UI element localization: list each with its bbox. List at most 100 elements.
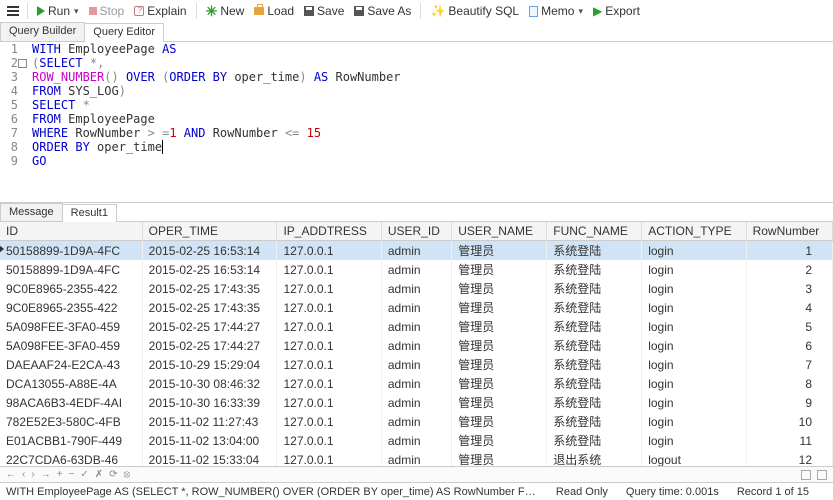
cell[interactable]: 3 xyxy=(746,279,832,298)
cell[interactable]: admin xyxy=(381,260,451,279)
cell[interactable]: 2015-02-25 17:43:35 xyxy=(142,298,277,317)
cell[interactable]: 系统登陆 xyxy=(547,279,642,298)
cell[interactable]: 2 xyxy=(746,260,832,279)
cell[interactable]: 127.0.0.1 xyxy=(277,393,381,412)
cell[interactable]: admin xyxy=(381,336,451,355)
cell[interactable]: 管理员 xyxy=(452,393,547,412)
nav-first-icon[interactable]: ← xyxy=(6,469,16,480)
column-header[interactable]: ID xyxy=(0,222,142,241)
cell[interactable]: 管理员 xyxy=(452,317,547,336)
cell[interactable]: 5A098FEE-3FA0-459 xyxy=(0,336,142,355)
cell[interactable]: login xyxy=(642,260,746,279)
cell[interactable]: DAEAAF24-E2CA-43 xyxy=(0,355,142,374)
cell[interactable]: 系统登陆 xyxy=(547,241,642,261)
cell[interactable]: DCA13055-A88E-4A xyxy=(0,374,142,393)
cell[interactable]: 退出系统 xyxy=(547,450,642,466)
code-area[interactable]: WITH EmployeePage AS(SELECT *,ROW_NUMBER… xyxy=(22,42,833,202)
table-row[interactable]: 5A098FEE-3FA0-4592015-02-25 17:44:27127.… xyxy=(0,336,833,355)
cell[interactable]: 9C0E8965-2355-422 xyxy=(0,279,142,298)
cell[interactable]: login xyxy=(642,431,746,450)
tab-query-editor[interactable]: Query Editor xyxy=(84,23,164,42)
cell[interactable]: E01ACBB1-790F-449 xyxy=(0,431,142,450)
cell[interactable]: 管理员 xyxy=(452,279,547,298)
cell[interactable]: 127.0.0.1 xyxy=(277,260,381,279)
table-row[interactable]: 50158899-1D9A-4FC2015-02-25 16:53:14127.… xyxy=(0,241,833,261)
cell[interactable]: 127.0.0.1 xyxy=(277,374,381,393)
cell[interactable]: 50158899-1D9A-4FC xyxy=(0,241,142,261)
cell[interactable]: admin xyxy=(381,450,451,466)
export-button[interactable]: ▶Export xyxy=(589,2,644,20)
cell[interactable]: 系统登陆 xyxy=(547,355,642,374)
cell[interactable]: 管理员 xyxy=(452,374,547,393)
cell[interactable]: 9C0E8965-2355-422 xyxy=(0,298,142,317)
chevron-down-icon[interactable]: ▾ xyxy=(74,6,79,17)
table-row[interactable]: 9C0E8965-2355-4222015-02-25 17:43:35127.… xyxy=(0,279,833,298)
cell[interactable]: 8 xyxy=(746,374,832,393)
cell[interactable]: admin xyxy=(381,317,451,336)
column-header[interactable]: FUNC_NAME xyxy=(547,222,642,241)
cell[interactable]: 管理员 xyxy=(452,260,547,279)
cell[interactable]: 22C7CDA6-63DB-46 xyxy=(0,450,142,466)
nav-next-icon[interactable]: › xyxy=(31,469,34,480)
chevron-down-icon[interactable]: ▾ xyxy=(578,6,583,17)
cell[interactable]: admin xyxy=(381,412,451,431)
cell[interactable]: 50158899-1D9A-4FC xyxy=(0,260,142,279)
run-button[interactable]: Run▾ xyxy=(33,2,83,20)
cell[interactable]: 2015-02-25 17:44:27 xyxy=(142,336,277,355)
cell[interactable]: admin xyxy=(381,393,451,412)
table-row[interactable]: DAEAAF24-E2CA-432015-10-29 15:29:04127.0… xyxy=(0,355,833,374)
cell[interactable]: 系统登陆 xyxy=(547,374,642,393)
cell[interactable]: 1 xyxy=(746,241,832,261)
grid-view-icon[interactable] xyxy=(801,470,811,480)
column-header[interactable]: IP_ADDTRESS xyxy=(277,222,381,241)
table-row[interactable]: E01ACBB1-790F-4492015-11-02 13:04:00127.… xyxy=(0,431,833,450)
cell[interactable]: 系统登陆 xyxy=(547,298,642,317)
cell[interactable]: 127.0.0.1 xyxy=(277,355,381,374)
cell[interactable]: login xyxy=(642,241,746,261)
cell[interactable]: admin xyxy=(381,374,451,393)
cell[interactable]: login xyxy=(642,336,746,355)
table-row[interactable]: 782E52E3-580C-4FB2015-11-02 11:27:43127.… xyxy=(0,412,833,431)
nav-prev-icon[interactable]: ‹ xyxy=(22,469,25,480)
cell[interactable]: admin xyxy=(381,279,451,298)
tab-query-builder[interactable]: Query Builder xyxy=(0,22,85,41)
column-header[interactable]: USER_ID xyxy=(381,222,451,241)
hamburger-menu-icon[interactable] xyxy=(4,2,22,20)
cell[interactable]: 系统登陆 xyxy=(547,393,642,412)
nav-add-icon[interactable]: + xyxy=(57,469,63,480)
memo-button[interactable]: Memo▾ xyxy=(525,2,587,20)
cell[interactable]: login xyxy=(642,374,746,393)
explain-button[interactable]: Explain xyxy=(130,2,190,20)
cell[interactable]: login xyxy=(642,317,746,336)
cell[interactable]: 管理员 xyxy=(452,241,547,261)
table-row[interactable]: 9C0E8965-2355-4222015-02-25 17:43:35127.… xyxy=(0,298,833,317)
cell[interactable]: 5 xyxy=(746,317,832,336)
nav-cancel-icon[interactable]: ✗ xyxy=(95,469,103,480)
cell[interactable]: 127.0.0.1 xyxy=(277,412,381,431)
result-grid[interactable]: IDOPER_TIMEIP_ADDTRESSUSER_IDUSER_NAMEFU… xyxy=(0,222,833,466)
cell[interactable]: logout xyxy=(642,450,746,466)
cell[interactable]: 管理员 xyxy=(452,412,547,431)
table-row[interactable]: DCA13055-A88E-4A2015-10-30 08:46:32127.0… xyxy=(0,374,833,393)
cell[interactable]: login xyxy=(642,279,746,298)
save-as-button[interactable]: Save As xyxy=(350,2,415,20)
nav-delete-icon[interactable]: − xyxy=(69,469,75,480)
cell[interactable]: 782E52E3-580C-4FB xyxy=(0,412,142,431)
cell[interactable]: 系统登陆 xyxy=(547,431,642,450)
cell[interactable]: 9 xyxy=(746,393,832,412)
cell[interactable]: 2015-02-25 17:44:27 xyxy=(142,317,277,336)
cell[interactable]: 2015-11-02 15:33:04 xyxy=(142,450,277,466)
cell[interactable]: 2015-10-30 08:46:32 xyxy=(142,374,277,393)
nav-last-icon[interactable]: → xyxy=(41,469,51,480)
cell[interactable]: 127.0.0.1 xyxy=(277,298,381,317)
cell[interactable]: 系统登陆 xyxy=(547,336,642,355)
cell[interactable]: 系统登陆 xyxy=(547,260,642,279)
cell[interactable]: 12 xyxy=(746,450,832,466)
tab-message[interactable]: Message xyxy=(0,203,63,221)
cell[interactable]: 管理员 xyxy=(452,431,547,450)
cell[interactable]: 2015-10-30 16:33:39 xyxy=(142,393,277,412)
cell[interactable]: 系统登陆 xyxy=(547,317,642,336)
column-header[interactable]: ACTION_TYPE xyxy=(642,222,746,241)
cell[interactable]: 6 xyxy=(746,336,832,355)
cell[interactable]: 7 xyxy=(746,355,832,374)
